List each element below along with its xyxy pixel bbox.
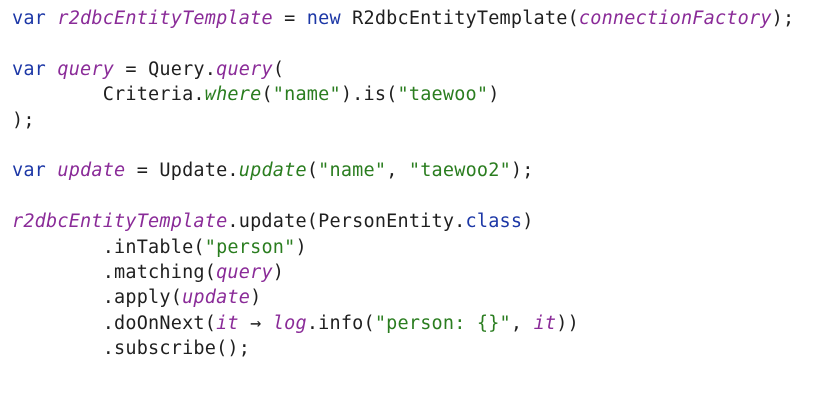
code-token: r2dbcEntityTemplate — [12, 211, 228, 233]
code-token: query — [57, 58, 115, 80]
code-token: )) — [556, 312, 579, 334]
code-token: "name" — [272, 84, 341, 106]
code-line: .inTable("person") — [12, 235, 794, 260]
code-line: var r2dbcEntityTemplate = new R2dbcEntit… — [12, 6, 794, 31]
code-line: ); — [12, 108, 794, 133]
code-token: .info( — [306, 312, 375, 334]
code-token: R2dbcEntityTemplate( — [340, 8, 579, 29]
code-token: ).is( — [340, 84, 398, 106]
code-token: ) — [522, 211, 534, 233]
code-token: → — [238, 312, 273, 334]
code-token: update — [182, 287, 251, 309]
code-token: update — [238, 160, 307, 182]
code-line: r2dbcEntityTemplate.update(PersonEntity.… — [12, 209, 794, 234]
code-token: var — [12, 8, 47, 29]
code-line: Criteria.where("name").is("taewoo") — [12, 82, 794, 107]
code-token: update — [57, 160, 126, 182]
code-token: "taewoo2" — [408, 160, 511, 182]
code-token: = Query. — [114, 58, 217, 80]
code-token: where — [204, 84, 262, 106]
code-token: ) — [488, 84, 500, 106]
code-token: it — [533, 312, 557, 334]
code-line: .doOnNext(it → log.info("person: {}", it… — [12, 311, 794, 336]
code-token: = Update. — [125, 160, 239, 182]
code-token: ); — [771, 8, 795, 29]
code-token: var — [12, 58, 47, 80]
code-token: "person: {}" — [374, 312, 511, 334]
code-token: Criteria. — [12, 84, 205, 106]
code-token: ); — [12, 109, 35, 131]
code-token: ); — [510, 160, 534, 182]
code-token: class — [465, 211, 523, 233]
code-token: ) — [295, 236, 307, 258]
code-line: .matching(query) — [12, 260, 794, 285]
code-token: "taewoo" — [397, 84, 489, 106]
code-line: var query = Query.query( — [12, 57, 794, 82]
code-token: var — [12, 160, 47, 182]
code-line: .apply(update) — [12, 285, 794, 310]
code-token: r2dbcEntityTemplate — [57, 8, 273, 29]
code-token: it — [216, 312, 239, 334]
code-token: "name" — [318, 160, 387, 182]
code-token: ( — [272, 58, 285, 80]
code-editor[interactable]: var r2dbcEntityTemplate = new R2dbcEntit… — [12, 6, 794, 361]
code-token: .subscribe(); — [12, 338, 251, 360]
code-line: .subscribe(); — [12, 336, 794, 361]
code-token: query — [216, 58, 273, 80]
code-token: .inTable( — [12, 236, 205, 258]
code-token: , — [386, 160, 409, 182]
code-token: new — [306, 8, 341, 29]
code-line: var update = Update.update("name", "taew… — [12, 158, 794, 183]
code-token: connectionFactory — [578, 8, 772, 29]
code-token: .doOnNext( — [12, 312, 217, 334]
code-token: ( — [261, 84, 273, 106]
code-token: ) — [250, 287, 262, 309]
code-token: ( — [306, 160, 319, 182]
code-token: log — [272, 312, 307, 334]
code-token: .update(PersonEntity. — [227, 211, 466, 233]
code-token: , — [510, 312, 534, 334]
code-token: query — [216, 261, 273, 283]
code-token: "person" — [204, 236, 296, 258]
code-token: ) — [272, 261, 285, 283]
code-token: = — [272, 8, 307, 29]
code-token: .matching( — [12, 261, 217, 283]
code-token: .apply( — [12, 287, 183, 309]
